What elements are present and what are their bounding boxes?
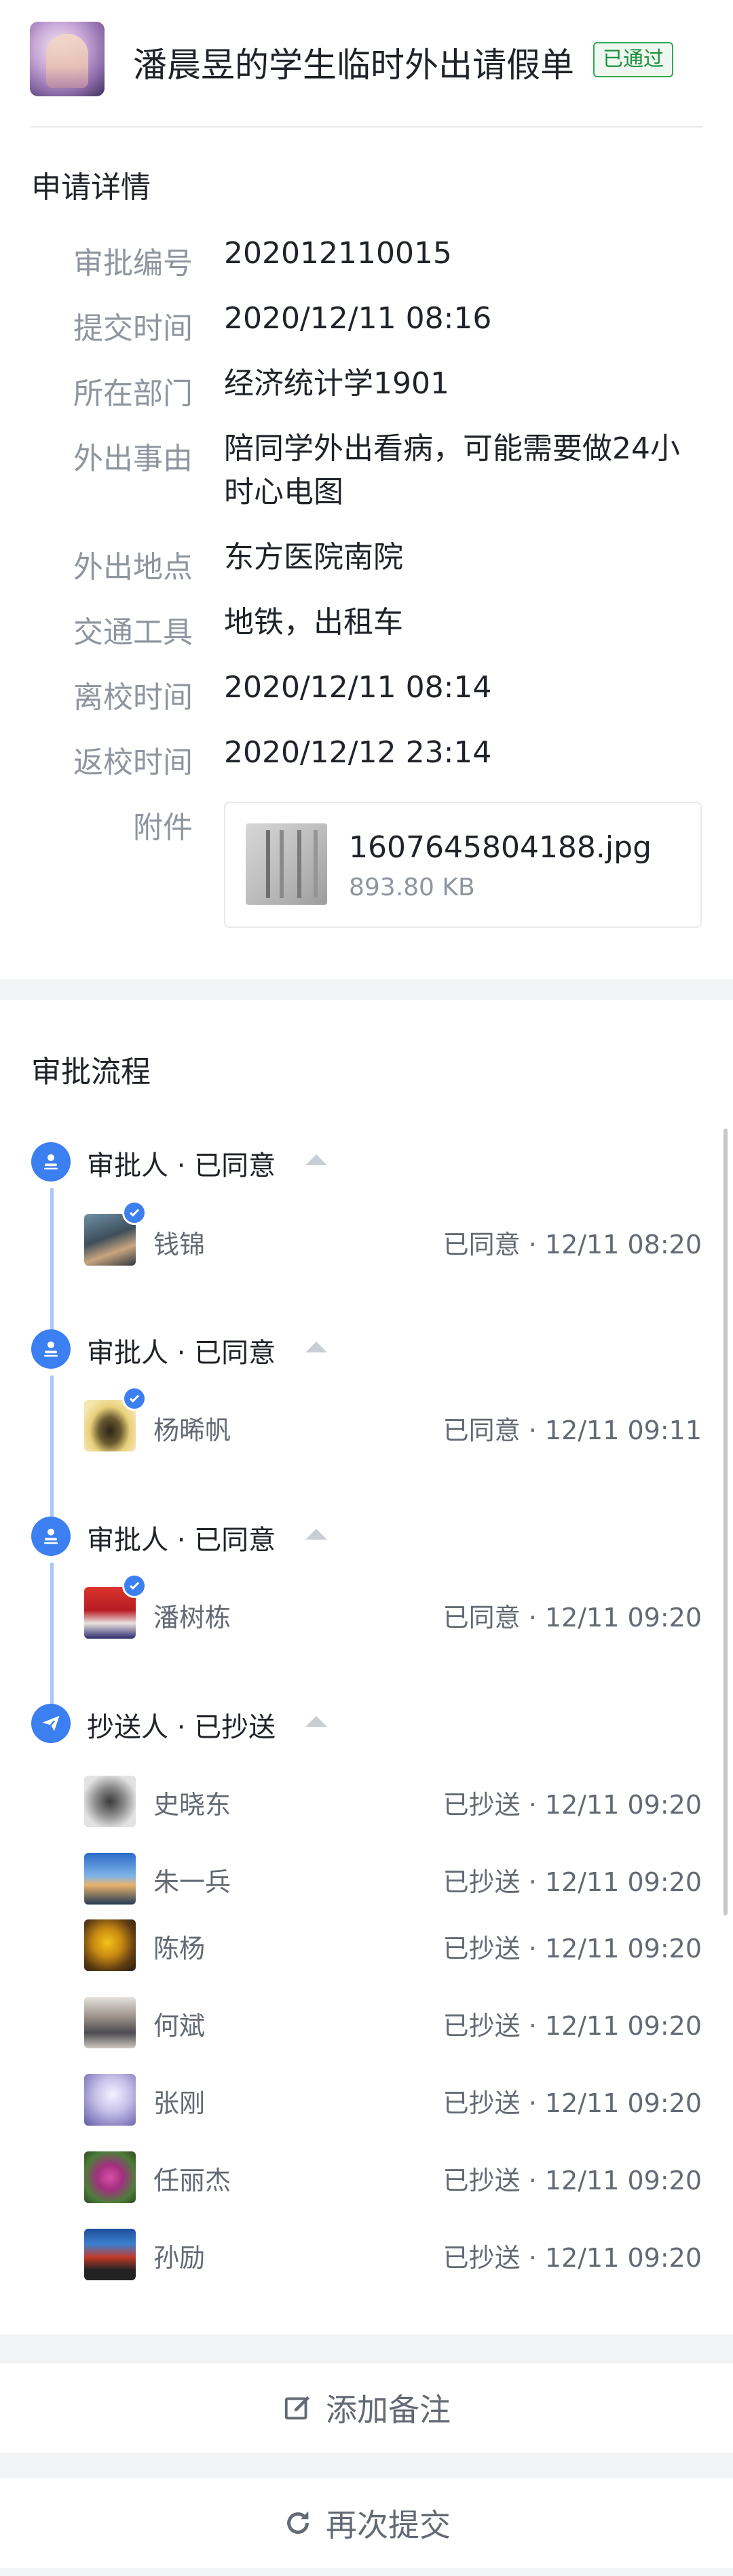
avatar[interactable] <box>84 1776 136 1827</box>
detail-label: 离校时间 <box>73 680 193 715</box>
timeline-line <box>50 1188 54 1346</box>
node-title-approver-2: 审批人 · 已同意 <box>87 1338 276 1369</box>
scrollbar[interactable] <box>723 1129 728 1915</box>
detail-value: 202012110015 <box>224 236 452 271</box>
detail-value: 陪同学外出看病，可能需要做24小时心电图 <box>224 431 680 509</box>
cc-name: 史晓东 <box>153 1790 231 1820</box>
header: 潘晨昱的学生临时外出请假单 已通过 <box>0 0 733 128</box>
resubmit-label: 再次提交 <box>326 2507 451 2543</box>
resubmit-button[interactable]: 再次提交 <box>0 2478 733 2568</box>
edit-icon <box>282 2392 314 2423</box>
collapse-caret-icon[interactable] <box>305 1716 327 1727</box>
collapse-caret-icon[interactable] <box>305 1529 327 1540</box>
send-icon <box>31 1704 71 1743</box>
detail-label: 审批编号 <box>73 246 193 281</box>
add-note-button[interactable]: 添加备注 <box>0 2363 733 2453</box>
approver-name: 钱锦 <box>153 1230 206 1260</box>
detail-label: 交通工具 <box>73 615 193 650</box>
avatar[interactable] <box>84 2229 136 2280</box>
approver-icon <box>31 1517 71 1556</box>
cc-name: 孙励 <box>153 2243 206 2273</box>
approval-flow-section: 审批流程 审批人 · 已同意 钱锦 已同意 · 12/11 08:20 审批人 … <box>0 1000 733 2335</box>
detail-label: 返校时间 <box>73 745 193 780</box>
cc-status: 已抄送 · 12/11 09:20 <box>443 1790 702 1820</box>
details-section: 申请详情 审批编号 202012110015 提交时间 2020/12/11 0… <box>0 128 733 979</box>
collapse-caret-icon[interactable] <box>305 1342 327 1352</box>
avatar[interactable] <box>84 2151 136 2203</box>
detail-value: 经济统计学1901 <box>224 366 449 401</box>
detail-value: 2020/12/11 08:14 <box>224 670 492 705</box>
detail-value: 2020/12/12 23:14 <box>224 735 492 770</box>
status-badge: 已通过 <box>593 42 673 77</box>
attachment-file-size: 893.80 KB <box>349 874 475 901</box>
avatar[interactable] <box>84 1853 136 1905</box>
collapse-caret-icon[interactable] <box>305 1154 327 1165</box>
cc-status: 已抄送 · 12/11 09:20 <box>443 1867 702 1897</box>
cc-name: 任丽杰 <box>153 2166 231 2196</box>
detail-value: 东方医院南院 <box>224 540 403 574</box>
timeline-line <box>50 1375 54 1533</box>
cc-status: 已抄送 · 12/11 09:20 <box>443 2166 702 2196</box>
avatar[interactable] <box>84 1919 136 1971</box>
node-title-cc: 抄送人 · 已抄送 <box>87 1712 276 1743</box>
approved-check-icon <box>122 1201 147 1225</box>
flow-section-title: 审批流程 <box>31 1055 151 1089</box>
refresh-icon <box>282 2507 314 2539</box>
avatar[interactable] <box>84 1997 136 2048</box>
cc-status: 已抄送 · 12/11 09:20 <box>443 1934 702 1964</box>
cc-name: 张刚 <box>153 2088 206 2118</box>
approver-icon <box>31 1142 71 1182</box>
attachment-thumbnail[interactable] <box>246 823 327 905</box>
cc-status: 已抄送 · 12/11 09:20 <box>443 2011 702 2041</box>
cc-status: 已抄送 · 12/11 09:20 <box>443 2088 702 2118</box>
applicant-avatar[interactable] <box>30 22 105 96</box>
timeline-line <box>50 1563 54 1720</box>
approver-status: 已同意 · 12/11 09:20 <box>443 1603 702 1633</box>
attachment-file-name: 1607645804188.jpg <box>349 830 652 865</box>
cc-status: 已抄送 · 12/11 09:20 <box>443 2243 702 2273</box>
detail-label: 外出事由 <box>73 442 193 476</box>
detail-label: 所在部门 <box>73 376 193 411</box>
page-title: 潘晨昱的学生临时外出请假单 <box>133 45 574 85</box>
approved-check-icon <box>122 1574 147 1598</box>
cc-name: 陈杨 <box>153 1934 206 1964</box>
add-note-label: 添加备注 <box>326 2392 451 2428</box>
detail-label: 外出地点 <box>73 550 193 585</box>
attachment-card[interactable]: 1607645804188.jpg 893.80 KB <box>224 802 702 928</box>
cc-name: 何斌 <box>153 2011 206 2041</box>
approver-icon <box>31 1329 71 1369</box>
approver-status: 已同意 · 12/11 08:20 <box>443 1230 702 1260</box>
detail-value: 地铁，出租车 <box>224 605 403 640</box>
approved-check-icon <box>122 1386 147 1411</box>
details-section-title: 申请详情 <box>31 170 151 205</box>
cc-name: 朱一兵 <box>153 1867 231 1897</box>
node-title-approver-1: 审批人 · 已同意 <box>87 1150 276 1182</box>
detail-label: 提交时间 <box>73 311 193 346</box>
detail-value: 2020/12/11 08:16 <box>224 301 492 336</box>
attachment-label: 附件 <box>133 811 193 845</box>
node-title-approver-3: 审批人 · 已同意 <box>87 1525 276 1556</box>
avatar[interactable] <box>84 2074 136 2126</box>
approver-name: 潘树栋 <box>153 1603 231 1633</box>
approver-name: 杨晞帆 <box>153 1416 231 1445</box>
approver-status: 已同意 · 12/11 09:11 <box>443 1416 702 1445</box>
